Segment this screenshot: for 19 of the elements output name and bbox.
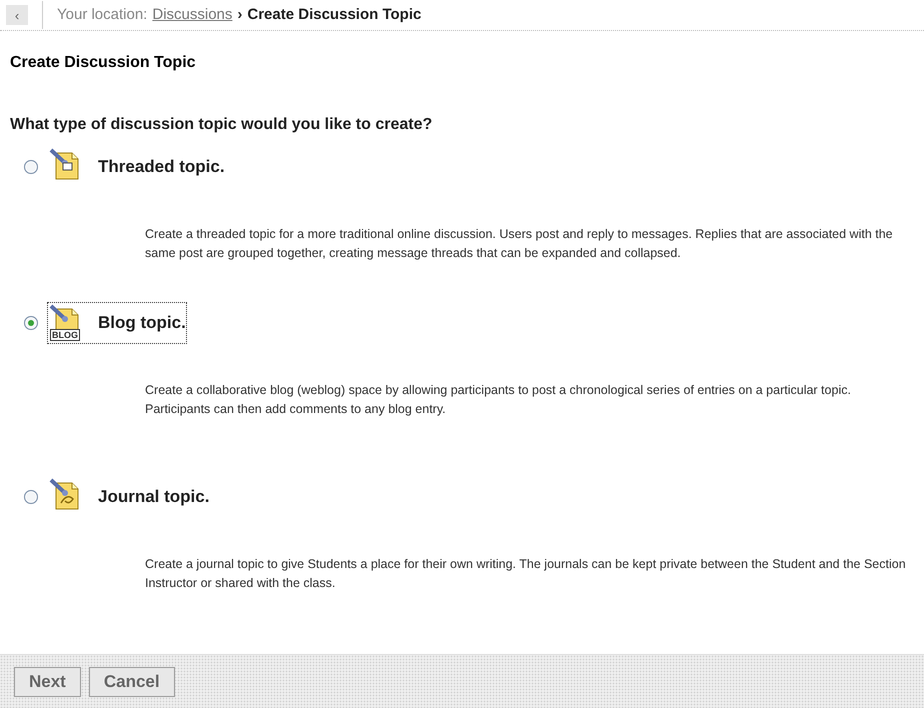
option-description: Create a collaborative blog (weblog) space by allowing participants to post a chronological series of entries on a particular topic. Participants can then add comments to any blog entry. — [145, 382, 852, 418]
breadcrumb-link[interactable]: Discussions — [152, 4, 232, 26]
radio-button[interactable] — [24, 316, 38, 330]
option-description: Create a threaded topic for a more traditional online discussion. Users post and reply to messages. Replies that are associated with the same post are grouped together, creating message threads that can be expanded and collapsed. — [145, 226, 894, 262]
current-page: Create Discussion Topic — [247, 4, 422, 25]
radio-button[interactable] — [24, 490, 38, 504]
option-label[interactable]: Blog topic. — [98, 310, 186, 336]
back-button[interactable]: ‹ — [6, 5, 28, 25]
question-text: What type of discussion topic would you like to create? — [10, 115, 434, 135]
option-label[interactable]: Journal topic. — [98, 484, 210, 510]
breadcrumb-separator: › — [237, 4, 242, 25]
action-button[interactable]: Cancel — [88, 666, 175, 696]
option-description: Create a journal topic to give Students a place for their own writing. The journals can be kept private between the Student and the Section Instructor or shared with the class. — [145, 556, 907, 592]
page-heading: Create Discussion Topic — [10, 53, 197, 73]
blog-badge: BLOG — [50, 329, 80, 341]
option-label[interactable]: Threaded topic. — [98, 154, 225, 180]
action-button[interactable]: Next — [14, 666, 81, 696]
location-label: Your location: — [57, 4, 148, 25]
radio-button[interactable] — [24, 160, 38, 174]
